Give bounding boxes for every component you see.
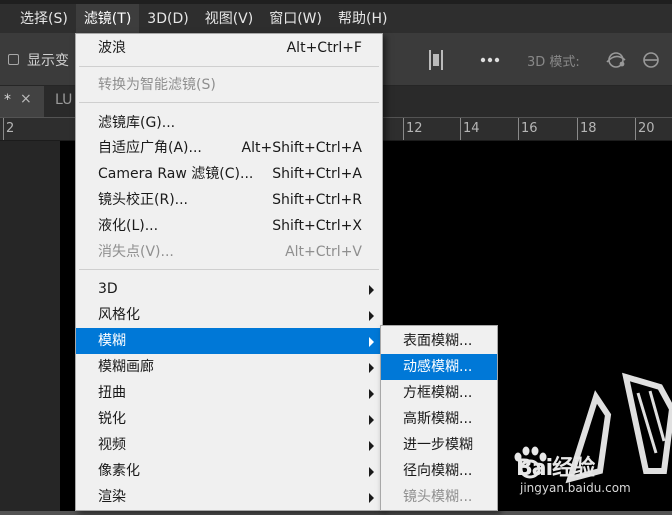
menu-item-sharpen[interactable]: 锐化 (76, 406, 382, 432)
menu-item-camera-raw[interactable]: Camera Raw 滤镜(C)... Shift+Ctrl+A (76, 161, 382, 187)
menu-3d[interactable]: 3D(D) (139, 0, 196, 33)
submenu-arrow-icon (369, 493, 374, 503)
menu-item-label: 消失点(V)... (98, 244, 174, 260)
menu-item-filter-gallery[interactable]: 滤镜库(G)... (76, 110, 382, 136)
ruler-label: 14 (463, 121, 480, 136)
menubar-spacer (0, 0, 12, 33)
menu-item-label: 扭曲 (98, 385, 126, 401)
menu-item-vanishing-point[interactable]: 消失点(V)... Alt+Ctrl+V (76, 239, 382, 265)
menu-help[interactable]: 帮助(H) (330, 0, 395, 33)
menu-item-liquify[interactable]: 液化(L)... Shift+Ctrl+X (76, 213, 382, 239)
3d-roll-icon[interactable] (640, 51, 662, 69)
menu-item-stylize[interactable]: 风格化 (76, 302, 382, 328)
ruler-tick (635, 118, 636, 140)
submenu-arrow-icon (369, 389, 374, 399)
menu-item-shortcut: Alt+Ctrl+F (286, 40, 362, 56)
menu-item-render[interactable]: 渲染 (76, 484, 382, 510)
more-options-icon[interactable] (480, 57, 500, 63)
menu-item-pixelate[interactable]: 像素化 (76, 458, 382, 484)
watermark-url: jingyan.baidu.com (520, 481, 631, 495)
menu-item-label: 转换为智能滤镜(S) (98, 77, 216, 93)
submenu-arrow-icon (369, 467, 374, 477)
submenu-item-radial-blur[interactable]: 径向模糊... (381, 458, 497, 484)
menu-item-lens-correction[interactable]: 镜头校正(R)... Shift+Ctrl+R (76, 187, 382, 213)
submenu-item-gaussian-blur[interactable]: 高斯模糊... (381, 406, 497, 432)
menu-item-label: 渲染 (98, 489, 126, 505)
3d-rotate-icon[interactable] (604, 50, 628, 70)
unsaved-marker: * (4, 92, 11, 108)
submenu-item-lens-blur[interactable]: 镜头模糊... (381, 484, 497, 510)
watermark-brand: Bai经验 (516, 456, 595, 481)
ruler-tick (403, 118, 404, 140)
menu-window[interactable]: 窗口(W) (261, 0, 330, 33)
ruler-label: 12 (406, 121, 423, 136)
menu-item-distort[interactable]: 扭曲 (76, 380, 382, 406)
menu-separator (79, 66, 379, 67)
menu-item-shortcut: Alt+Ctrl+V (285, 244, 362, 260)
submenu-arrow-icon (369, 311, 374, 321)
menu-item-label: 风格化 (98, 307, 140, 323)
3d-mode-label: 3D 模式: (527, 55, 580, 70)
ruler-label: 20 (638, 121, 655, 136)
menu-item-convert-smart-filter[interactable]: 转换为智能滤镜(S) (76, 72, 382, 98)
menu-item-label: 锐化 (98, 411, 126, 427)
close-tab-icon[interactable]: × (20, 91, 32, 107)
ruler-label: 16 (521, 121, 538, 136)
document-tab-second[interactable]: LU (55, 92, 72, 108)
menu-item-video[interactable]: 视频 (76, 432, 382, 458)
left-gutter (0, 141, 60, 511)
submenu-arrow-icon (369, 285, 374, 295)
submenu-arrow-icon (369, 337, 374, 347)
show-transform-label: 显示变 (27, 53, 69, 69)
submenu-item-box-blur[interactable]: 方框模糊... (381, 380, 497, 406)
menu-item-label: Camera Raw 滤镜(C)... (98, 166, 254, 182)
ruler-label: 18 (580, 121, 597, 136)
ruler-tick (577, 118, 578, 140)
menu-separator (79, 269, 379, 270)
menu-select[interactable]: 选择(S) (12, 0, 76, 33)
submenu-item-blur-more[interactable]: 进一步模糊 (381, 432, 497, 458)
distribute-icon[interactable] (428, 49, 444, 71)
show-transform-checkbox[interactable] (8, 54, 19, 65)
blur-submenu: 表面模糊... 动感模糊... 方框模糊... 高斯模糊... 进一步模糊 径向… (380, 325, 498, 511)
menu-item-label: 视频 (98, 437, 126, 453)
menu-view[interactable]: 视图(V) (197, 0, 262, 33)
ruler-label: 2 (6, 121, 15, 136)
menu-item-label: 模糊 (98, 333, 126, 349)
ruler-tick (518, 118, 519, 140)
menu-item-label: 像素化 (98, 463, 140, 479)
menu-item-adaptive-wide-angle[interactable]: 自适应广角(A)... Alt+Shift+Ctrl+A (76, 135, 382, 161)
menu-item-shortcut: Shift+Ctrl+R (272, 192, 362, 208)
menu-item-shortcut: Alt+Shift+Ctrl+A (241, 140, 362, 156)
document-tab-active[interactable]: * × (0, 86, 44, 117)
submenu-arrow-icon (369, 441, 374, 451)
ruler-tick (3, 118, 4, 140)
title-strip (0, 0, 672, 4)
menu-item-blur-gallery[interactable]: 模糊画廊 (76, 354, 382, 380)
menu-item-3d[interactable]: 3D (76, 276, 382, 302)
menu-item-label: 自适应广角(A)... (98, 140, 202, 156)
menu-item-label: 镜头校正(R)... (98, 192, 189, 208)
menu-item-shortcut: Shift+Ctrl+A (272, 166, 362, 182)
menu-filter[interactable]: 滤镜(T) (75, 0, 140, 33)
menu-item-label: 液化(L)... (98, 218, 159, 234)
submenu-item-surface-blur[interactable]: 表面模糊... (381, 328, 497, 354)
filter-menu: 波浪 Alt+Ctrl+F 转换为智能滤镜(S) 滤镜库(G)... 自适应广角… (75, 33, 383, 511)
menu-item-label: 3D (98, 281, 118, 297)
ruler-tick (460, 118, 461, 140)
submenu-arrow-icon (369, 415, 374, 425)
menu-item-label: 模糊画廊 (98, 359, 154, 375)
menu-item-wave[interactable]: 波浪 Alt+Ctrl+F (76, 35, 382, 61)
submenu-arrow-icon (369, 363, 374, 373)
menu-item-shortcut: Shift+Ctrl+X (272, 218, 362, 234)
menu-separator (79, 102, 379, 103)
submenu-item-motion-blur[interactable]: 动感模糊... (381, 354, 497, 380)
menu-bar: 选择(S) 滤镜(T) 3D(D) 视图(V) 窗口(W) 帮助(H) (0, 0, 672, 33)
menu-item-blur[interactable]: 模糊 (76, 328, 382, 354)
menu-item-label: 滤镜库(G)... (98, 115, 176, 131)
menu-item-label: 波浪 (98, 40, 126, 56)
